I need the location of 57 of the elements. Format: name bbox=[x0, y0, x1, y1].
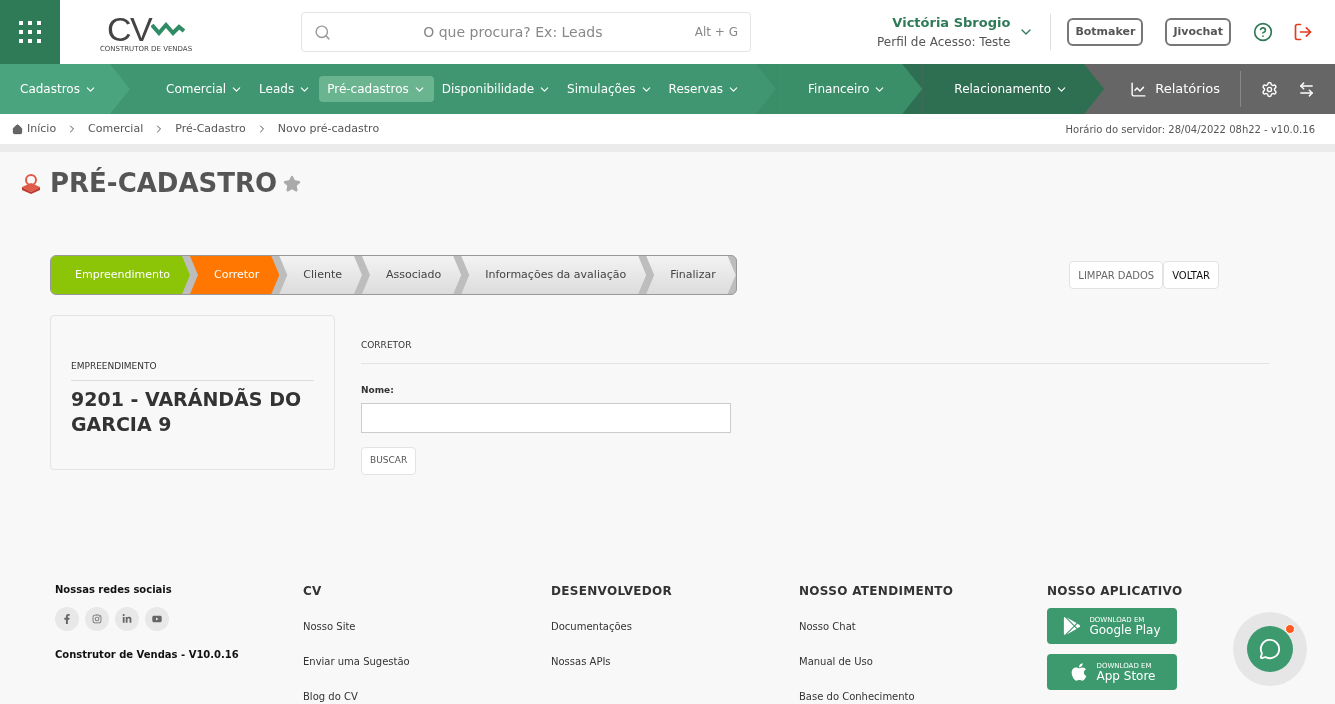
footer-heading: CV bbox=[303, 583, 323, 600]
step-tab[interactable]: Cliente bbox=[279, 256, 362, 294]
social-title: Nossas redes sociais bbox=[55, 583, 173, 597]
action-button[interactable]: VOLTAR bbox=[1163, 261, 1219, 289]
stamp-icon bbox=[20, 172, 42, 195]
footer-heading: DESENVOLVEDOR bbox=[551, 583, 674, 600]
field-label: Nome: bbox=[361, 383, 395, 397]
section-title: CORRETOR bbox=[361, 339, 1269, 364]
step-tab[interactable]: Associado bbox=[361, 256, 462, 294]
play-triangle-icon bbox=[1063, 617, 1082, 635]
footer-link[interactable]: Nosso Chat bbox=[799, 619, 1047, 634]
action-button[interactable]: LIMPAR DADOS bbox=[1069, 261, 1164, 289]
search-input[interactable]: O que procura? Ex: Leads bbox=[331, 21, 695, 43]
user-name: Victória Sbrogio bbox=[892, 14, 1011, 33]
footer-link[interactable]: Manual de Uso bbox=[799, 654, 1047, 669]
version-text: Construtor de Vendas - V10.0.16 bbox=[55, 648, 240, 662]
search-field[interactable]: O que procura? Ex: Leads Alt + G bbox=[301, 12, 751, 52]
shortcut-hint: Alt + G bbox=[694, 24, 738, 41]
footer-link[interactable]: Nosso Site bbox=[303, 619, 551, 634]
footer-link[interactable]: Enviar uma Sugestão bbox=[303, 654, 551, 669]
footer-link[interactable]: Blog do CV bbox=[303, 689, 551, 704]
chat-bubble-icon bbox=[1259, 638, 1281, 660]
reports-link[interactable]: Relatórios bbox=[1130, 79, 1240, 99]
home-icon bbox=[12, 123, 23, 135]
help-icon[interactable] bbox=[1253, 22, 1273, 42]
step-tab[interactable]: Informações da avaliação bbox=[461, 256, 647, 294]
header-button[interactable]: Jivochat bbox=[1165, 18, 1231, 46]
facebook-icon[interactable] bbox=[55, 607, 79, 631]
user-profile: Perfil de Acesso: Teste bbox=[877, 33, 1011, 51]
footer-link[interactable]: Documentações bbox=[551, 619, 799, 634]
chat-button[interactable] bbox=[1247, 626, 1293, 672]
summary-value: 9201 - VARÁNDÃS DO GARCIA 9 bbox=[71, 386, 303, 437]
server-time: Horário do servidor: 28/04/2022 08h22 - v10.0.16 bbox=[1065, 122, 1315, 137]
breadcrumb-link[interactable]: Novo pré-cadastro bbox=[277, 120, 380, 138]
search-icon bbox=[314, 23, 331, 41]
step-tab[interactable]: Finalizar bbox=[646, 256, 736, 294]
logout-icon[interactable] bbox=[1293, 22, 1313, 42]
header-button[interactable]: Botmaker bbox=[1067, 18, 1144, 46]
swap-icon[interactable] bbox=[1298, 80, 1315, 98]
instagram-icon[interactable] bbox=[85, 607, 109, 631]
breadcrumb-link[interactable]: Pré-Cadastro bbox=[175, 120, 246, 138]
search-button[interactable]: BUSCAR bbox=[361, 447, 417, 475]
apps-menu-button[interactable] bbox=[0, 0, 60, 64]
footer-heading: NOSSO APLICATIVO bbox=[1047, 583, 1183, 600]
footer-heading: NOSSO ATENDIMENTO bbox=[799, 583, 955, 600]
linkedin-icon[interactable] bbox=[115, 607, 139, 631]
breadcrumb-link[interactable]: Comercial bbox=[88, 120, 144, 138]
page-title: PRÉ-CADASTRO bbox=[50, 166, 278, 200]
footer-link[interactable]: Base do Conhecimento bbox=[799, 689, 1047, 704]
summary-label: EMPREENDIMENTO bbox=[71, 360, 314, 381]
footer-link[interactable]: Nossas APIs bbox=[551, 654, 799, 669]
line-chart-icon bbox=[1130, 80, 1148, 98]
name-input-field[interactable] bbox=[361, 403, 731, 433]
breadcrumb-link[interactable]: Início bbox=[27, 120, 57, 138]
settings-icon[interactable] bbox=[1261, 80, 1278, 98]
grid-icon bbox=[18, 20, 42, 44]
youtube-icon[interactable] bbox=[145, 607, 169, 631]
